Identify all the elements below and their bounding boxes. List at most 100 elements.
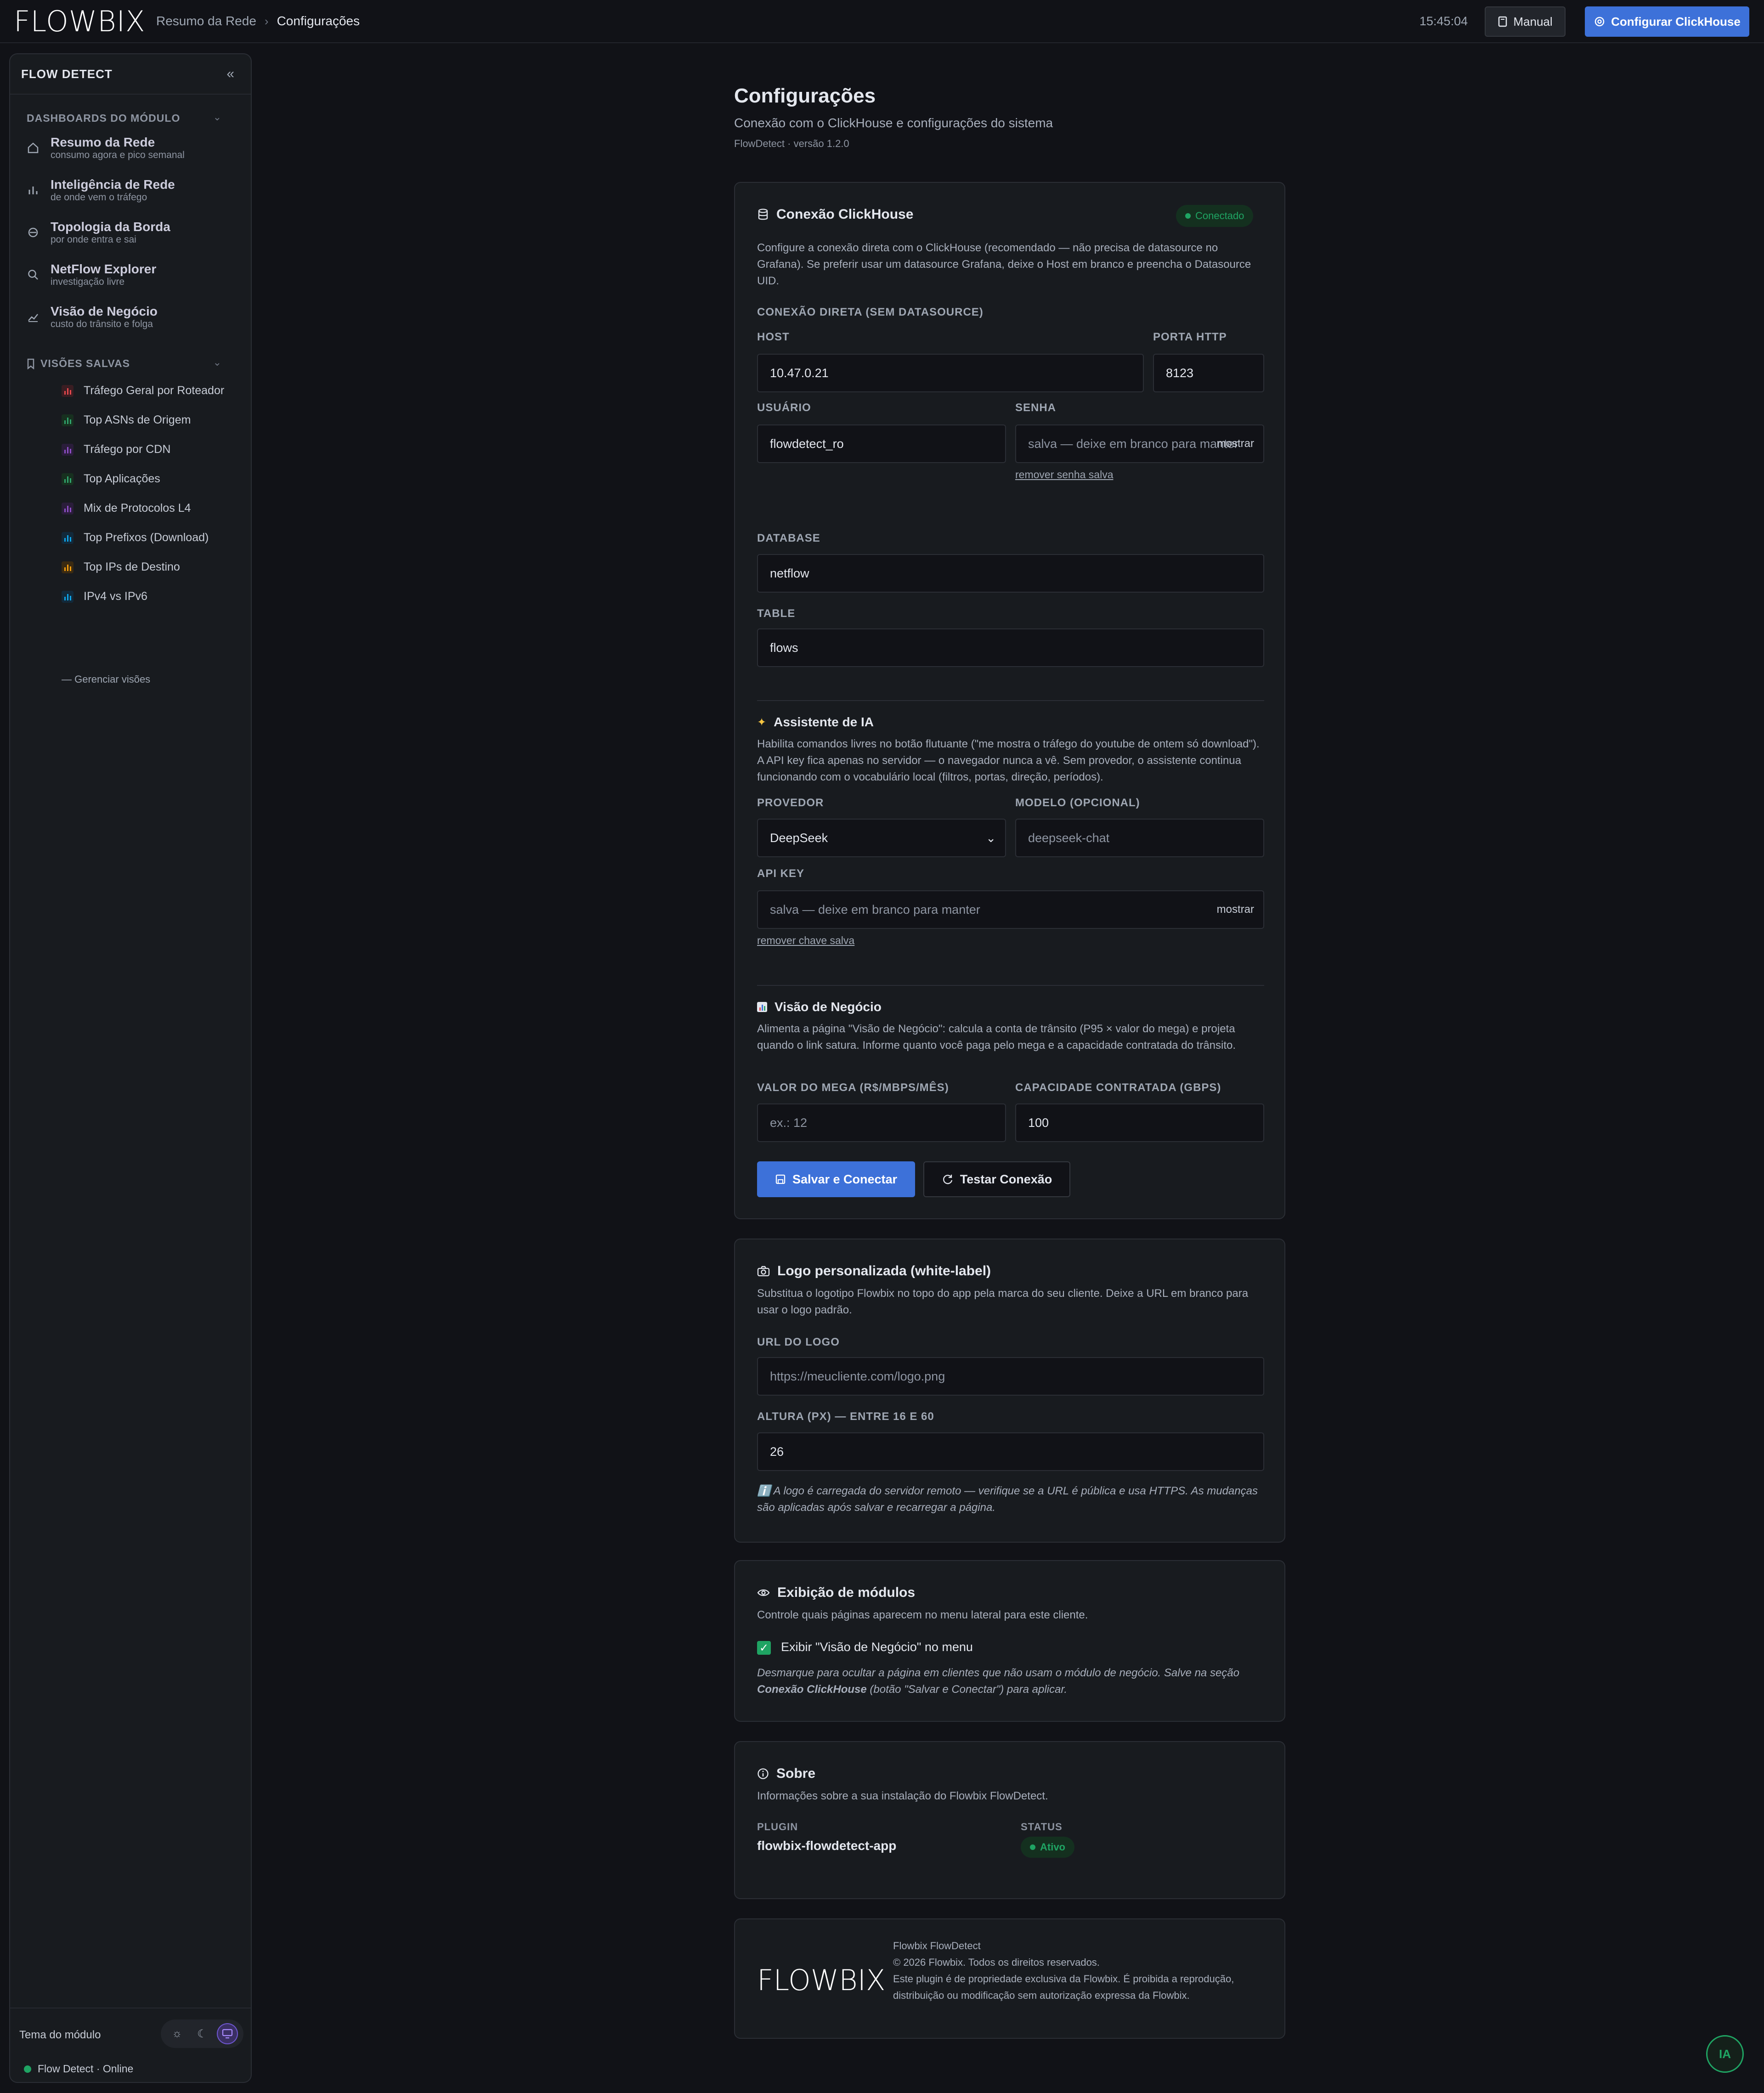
saved-view-item[interactable]: Mix de Protocolos L4 xyxy=(62,502,191,515)
nav-subtitle: custo do trânsito e folga xyxy=(51,319,153,329)
nav-subtitle: de onde vem o tráfego xyxy=(51,192,147,203)
nav-title: NetFlow Explorer xyxy=(51,262,157,276)
bar-chart-icon xyxy=(62,532,74,544)
manual-label: Manual xyxy=(1513,14,1553,28)
logo-height-input[interactable]: 26 xyxy=(757,1432,1264,1471)
password-label: SENHA xyxy=(1015,402,1057,414)
sidebar-item-netflow-explorer[interactable]: NetFlow Explorer investigação livre xyxy=(27,262,156,288)
saved-view-item[interactable]: IPv4 vs IPv6 xyxy=(62,590,147,603)
bar-chart-icon xyxy=(62,385,74,397)
footer-text: Flowbix FlowDetect © 2026 Flowbix. Todos… xyxy=(893,1938,1234,2004)
remove-password-link[interactable]: remover senha salva xyxy=(1015,469,1114,481)
business-title: Visão de Negócio xyxy=(775,1000,882,1014)
nav-title: Inteligência de Rede xyxy=(51,177,175,192)
modules-card: Exibição de módulos Controle quais págin… xyxy=(734,1560,1285,1722)
bar-chart-icon xyxy=(62,443,74,456)
save-connect-label: Salvar e Conectar xyxy=(792,1172,898,1186)
sidebar-item-inteligencia[interactable]: Inteligência de Rede de onde vem o tráfe… xyxy=(27,177,175,203)
remove-key-link[interactable]: remover chave salva xyxy=(757,934,854,947)
test-connection-label: Testar Conexão xyxy=(960,1172,1052,1186)
chart-emoji-icon xyxy=(757,1002,767,1012)
flowbix-logo[interactable]: FLOWBIX xyxy=(14,7,145,36)
user-input[interactable]: flowdetect_ro xyxy=(757,424,1006,463)
saved-view-label: Tráfego Geral por Roteador xyxy=(84,384,225,397)
logo-url-input[interactable]: https://meucliente.com/logo.png xyxy=(757,1357,1264,1396)
show-business-checkbox[interactable]: ✓ xyxy=(757,1641,771,1655)
logo-height-value: 26 xyxy=(770,1444,784,1459)
nav-subtitle: consumo agora e pico semanal xyxy=(51,150,185,160)
show-password-button[interactable]: mostrar xyxy=(1217,437,1254,450)
page-subtitle: Conexão com o ClickHouse e configurações… xyxy=(734,116,1053,130)
clickhouse-card-title: Conexão ClickHouse xyxy=(757,207,913,222)
mega-input[interactable]: ex.: 12 xyxy=(757,1103,1006,1142)
theme-toggle: ☼ ☾ xyxy=(161,2019,243,2048)
model-placeholder: deepseek-chat xyxy=(1028,831,1110,845)
sidebar-item-visao-negocio[interactable]: Visão de Negócio custo do trânsito e fol… xyxy=(27,304,158,330)
about-title: Sobre xyxy=(776,1766,816,1781)
breadcrumb-parent[interactable]: Resumo da Rede xyxy=(156,14,256,28)
show-apikey-button[interactable]: mostrar xyxy=(1217,903,1254,916)
saved-view-item[interactable]: Top Aplicações xyxy=(62,472,160,486)
table-input[interactable]: flows xyxy=(757,628,1264,667)
configure-clickhouse-button[interactable]: Configurar ClickHouse xyxy=(1585,6,1749,37)
table-value: flows xyxy=(770,640,798,655)
status-dot-icon xyxy=(24,2065,31,2073)
logo-card: Logo personalizada (white-label) Substit… xyxy=(734,1239,1285,1543)
model-input[interactable]: deepseek-chat xyxy=(1015,819,1264,857)
section-saved[interactable]: VISÕES SALVAS xyxy=(27,357,130,370)
apikey-label: API KEY xyxy=(757,867,805,880)
test-connection-button[interactable]: Testar Conexão xyxy=(923,1161,1070,1197)
configure-label: Configurar ClickHouse xyxy=(1611,14,1741,28)
apikey-input[interactable]: salva — deixe em branco para manter most… xyxy=(757,890,1264,929)
section-dashboards[interactable]: DASHBOARDS DO MÓDULO xyxy=(27,112,180,124)
home-icon xyxy=(27,141,40,154)
capacity-input[interactable]: 100 xyxy=(1015,1103,1264,1142)
chevron-down-icon[interactable]: ⌄ xyxy=(213,356,221,368)
sidebar-item-resumo[interactable]: Resumo da Rede consumo agora e pico sema… xyxy=(27,135,185,161)
manual-button[interactable]: Manual xyxy=(1485,6,1566,37)
show-business-label[interactable]: Exibir "Visão de Negócio" no menu xyxy=(781,1640,973,1654)
capacity-value: 100 xyxy=(1028,1115,1049,1130)
saved-view-item[interactable]: Top ASNs de Origem xyxy=(62,413,191,427)
host-input[interactable]: 10.47.0.21 xyxy=(757,354,1144,392)
table-label: TABLE xyxy=(757,607,796,620)
manage-views-link[interactable]: — Gerenciar visões xyxy=(62,673,150,685)
ai-assistant-button[interactable]: IA xyxy=(1706,2035,1744,2073)
collapse-icon[interactable]: « xyxy=(226,66,234,82)
footer-line: Flowbix FlowDetect xyxy=(893,1940,981,1952)
saved-view-item[interactable]: Tráfego Geral por Roteador xyxy=(62,384,224,397)
user-value: flowdetect_ro xyxy=(770,436,844,451)
nav-subtitle: investigação livre xyxy=(51,277,125,287)
online-status-label: Flow Detect · Online xyxy=(38,2063,134,2075)
saved-view-item[interactable]: Top IPs de Destino xyxy=(62,560,180,574)
plugin-label: PLUGIN xyxy=(757,1821,798,1833)
chevron-down-icon[interactable]: ⌄ xyxy=(213,111,221,123)
clickhouse-title: Conexão ClickHouse xyxy=(776,207,914,222)
apikey-placeholder: salva — deixe em branco para manter xyxy=(770,902,980,916)
provider-select[interactable]: DeepSeek ⌄ xyxy=(757,819,1006,857)
port-input[interactable]: 8123 xyxy=(1153,354,1264,392)
database-input[interactable]: netflow xyxy=(757,554,1264,593)
monitor-icon[interactable] xyxy=(216,2023,238,2044)
password-input[interactable]: salva — deixe em branco para manter most… xyxy=(1015,424,1264,463)
theme-label: Tema do módulo xyxy=(19,2029,101,2041)
ai-section-title: ✦ Assistente de IA xyxy=(757,715,874,730)
nav-title: Visão de Negócio xyxy=(51,304,158,318)
save-connect-button[interactable]: Salvar e Conectar xyxy=(757,1161,915,1197)
breadcrumb-current: Configurações xyxy=(277,14,360,28)
mega-placeholder: ex.: 12 xyxy=(770,1115,808,1130)
footer-line: © 2026 Flowbix. Todos os direitos reserv… xyxy=(893,1957,1100,1968)
about-card: Sobre Informações sobre a sua instalação… xyxy=(734,1741,1285,1899)
saved-view-item[interactable]: Top Prefixos (Download) xyxy=(62,531,209,544)
topology-icon xyxy=(27,226,40,239)
search-icon xyxy=(27,268,40,281)
model-label: MODELO (OPCIONAL) xyxy=(1015,797,1140,809)
saved-view-label: Top Aplicações xyxy=(84,472,160,485)
trend-icon xyxy=(27,311,40,323)
moon-icon[interactable]: ☾ xyxy=(192,2023,213,2044)
sidebar-item-topologia[interactable]: Topologia da Borda por onde entra e sai xyxy=(27,220,170,245)
sun-icon[interactable]: ☼ xyxy=(166,2023,187,2044)
saved-view-item[interactable]: Tráfego por CDN xyxy=(62,443,170,456)
logo-height-label: ALTURA (PX) — ENTRE 16 E 60 xyxy=(757,1410,934,1423)
password-placeholder: salva — deixe em branco para manter xyxy=(1028,436,1238,451)
